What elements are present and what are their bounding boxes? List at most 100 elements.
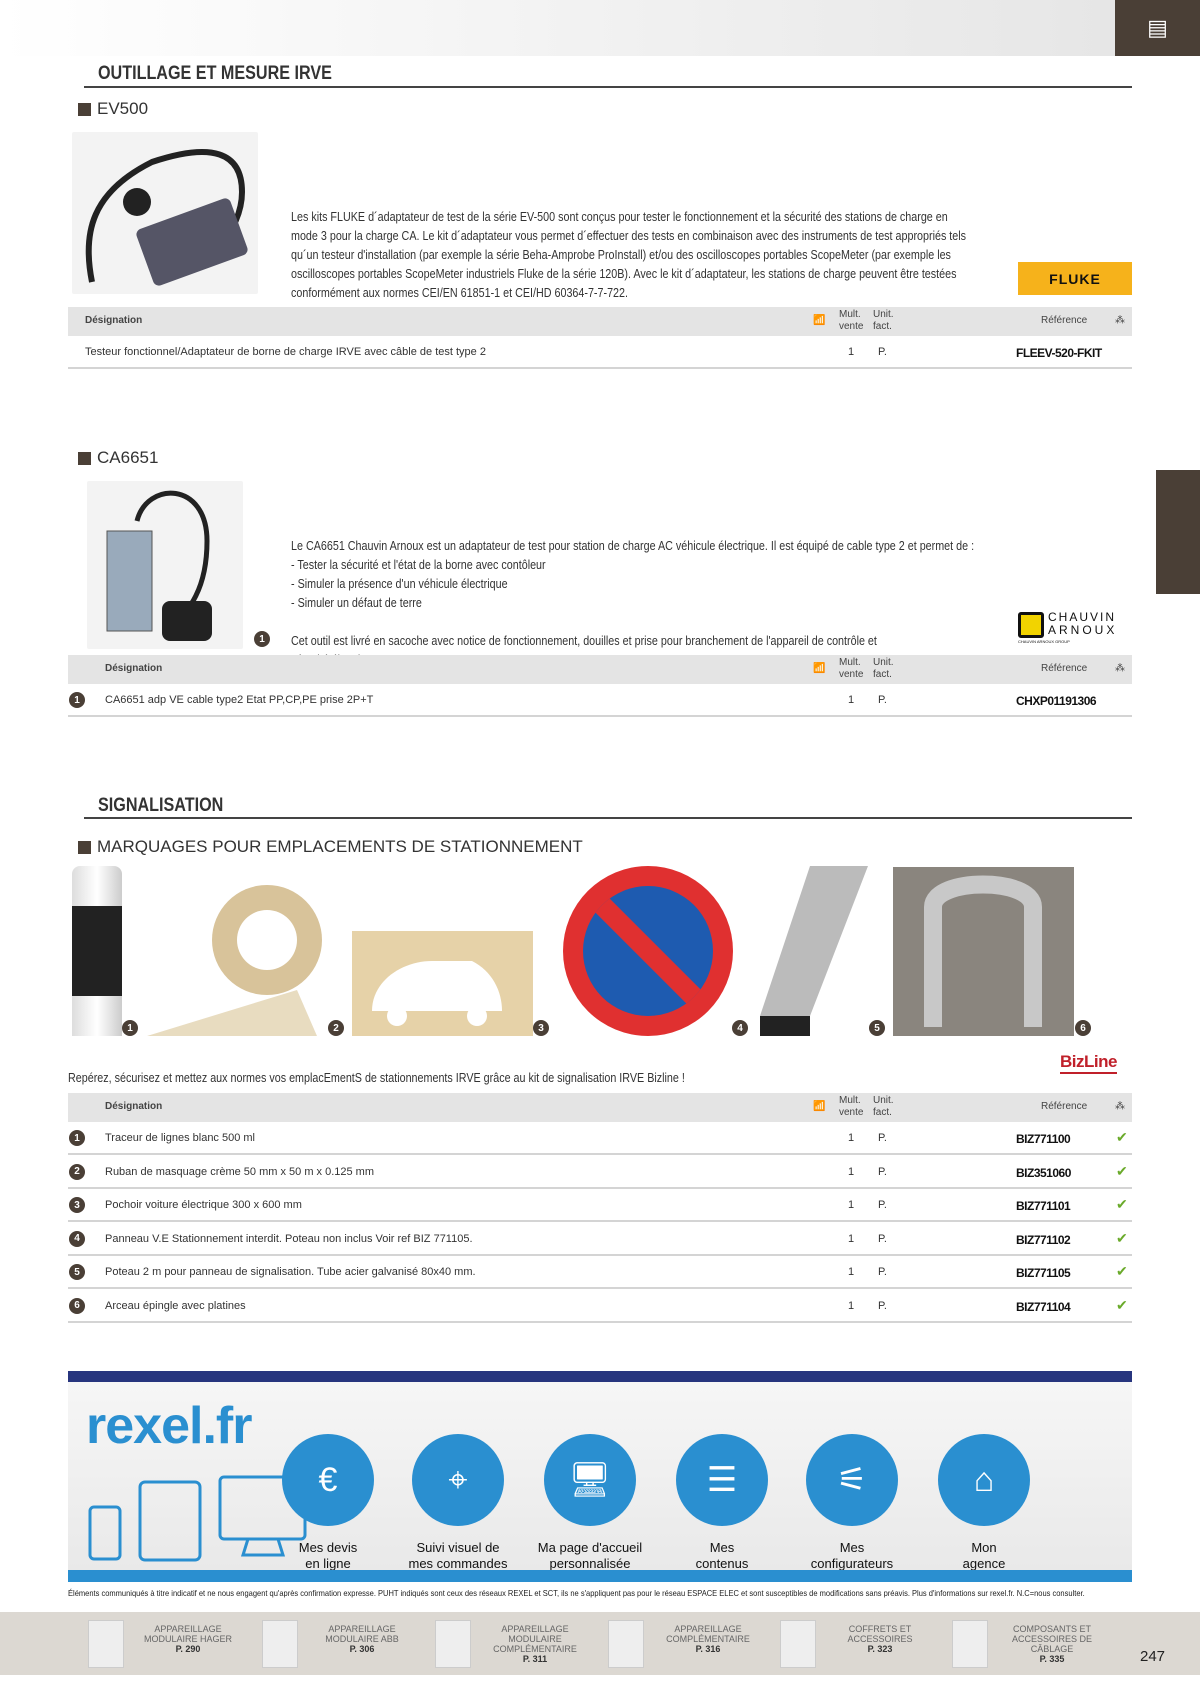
bizline-intro: Repérez, sécurisez et mettez aux normes … — [68, 1071, 685, 1085]
unit: P. — [878, 1266, 887, 1278]
check-icon: ✔ — [1116, 1296, 1128, 1313]
rexel-logo[interactable]: rexel.fr — [86, 1396, 252, 1456]
designation: Ruban de masquage crème 50 mm x 50 m x 0… — [105, 1165, 375, 1178]
side-tab[interactable] — [1156, 470, 1200, 594]
table-row[interactable]: 5 Poteau 2 m pour panneau de signalisati… — [68, 1256, 1132, 1289]
ev500-image — [72, 132, 258, 294]
service-homepage[interactable]: 🖥 Ma page d'accueil personnalisée — [530, 1434, 650, 1572]
stock-icon: ⁂ — [1115, 315, 1125, 326]
category-link[interactable]: APPAREILLAGE COMPLÉMENTAIRE P. 316 — [663, 1624, 753, 1654]
reference[interactable]: BIZ351060 — [1016, 1166, 1071, 1180]
hoop-image — [893, 867, 1074, 1036]
heading-text: EV500 — [97, 99, 149, 118]
table-row[interactable]: 1 Traceur de lignes blanc 500 ml 1 P. BI… — [68, 1122, 1132, 1155]
category-label: APPAREILLAGE MODULAIRE ABB — [325, 1624, 399, 1644]
category-page: P. 316 — [695, 1644, 721, 1654]
reference[interactable]: BIZ771105 — [1016, 1266, 1071, 1280]
check-icon: ✔ — [1116, 1129, 1128, 1145]
ca6651-image — [87, 481, 243, 649]
table-row[interactable]: 3 Pochoir voiture électrique 300 x 600 m… — [68, 1189, 1132, 1222]
agency-icon: ⌂ — [938, 1434, 1030, 1526]
fluke-logo: FLUKE — [1018, 262, 1132, 295]
category-page: P. 306 — [349, 1644, 375, 1654]
category-label: COMPOSANTS ET ACCESSOIRES DE CÂBLAGE — [1011, 1624, 1093, 1654]
wifi-icon: 📶 — [813, 315, 826, 326]
category-label: COFFRETS ET ACCESSOIRES — [847, 1624, 913, 1644]
table-row[interactable]: Testeur fonctionnel/Adaptateur de borne … — [68, 336, 1132, 369]
category-thumbnail — [608, 1620, 644, 1668]
no-parking-sign-image — [563, 866, 733, 1036]
top-band — [0, 0, 1115, 56]
table-row[interactable]: 2 Ruban de masquage crème 50 mm x 50 m x… — [68, 1156, 1132, 1189]
category-link[interactable]: APPAREILLAGE MODULAIRE ABB P. 306 — [317, 1624, 407, 1654]
stock-icon: ⁂ — [1115, 1101, 1125, 1112]
stock-icon: ⁂ — [1115, 663, 1125, 674]
category-page: P. 323 — [867, 1644, 893, 1654]
product-heading: EV500 — [78, 99, 148, 119]
designation: Poteau 2 m pour panneau de signalisation… — [105, 1266, 476, 1278]
unit: P. — [878, 1232, 887, 1245]
sliders-icon: ⚟ — [806, 1434, 898, 1526]
unit: P. — [878, 1165, 887, 1178]
rexel-banner: rexel.fr € Mes devis en ligne ⌖ Suivi visu… — [68, 1382, 1132, 1572]
wifi-icon: 📶 — [813, 1101, 826, 1112]
catalog-tab[interactable]: ▤ — [1115, 0, 1200, 56]
disclaimer: Éléments communiqués à titre indicatif e… — [68, 1588, 1085, 1598]
reference[interactable]: BIZ771101 — [1016, 1199, 1071, 1213]
category-label: APPAREILLAGE COMPLÉMENTAIRE — [666, 1624, 750, 1644]
designation: Pochoir voiture électrique 300 x 600 mm — [105, 1199, 302, 1211]
category-thumbnail — [780, 1620, 816, 1668]
mult: 1 — [848, 1299, 855, 1312]
category-link[interactable]: APPAREILLAGE MODULAIRE COMPLÉMENTAIRE P. … — [490, 1624, 580, 1664]
designation: Arceau épingle avec platines — [105, 1299, 246, 1312]
service-content[interactable]: ☰ Mes contenus — [662, 1434, 782, 1572]
service-label: Mes devis — [298, 1540, 358, 1555]
page-number: 247 — [1140, 1648, 1166, 1665]
service-label: Mes — [709, 1540, 735, 1555]
wifi-icon: 📶 — [813, 663, 826, 674]
unit: P. — [878, 1299, 887, 1312]
category-label: APPAREILLAGE MODULAIRE COMPLÉMENTAIRE — [493, 1624, 577, 1654]
section-title: OUTILLAGE ET MESURE IRVE — [98, 63, 332, 84]
reference[interactable]: BIZ771100 — [1016, 1132, 1071, 1146]
table-row[interactable]: 6 Arceau épingle avec platines 1 P. BIZ7… — [68, 1290, 1132, 1323]
post-image — [760, 866, 868, 1036]
unit: P. — [878, 1132, 887, 1144]
spray-image — [72, 866, 122, 1036]
service-sliders[interactable]: ⚟ Mes configurateurs — [792, 1434, 912, 1572]
category-link[interactable]: COFFRETS ET ACCESSOIRES P. 323 — [835, 1624, 925, 1654]
ev500-description: Les kits FLUKE d´adaptateur de test de l… — [291, 210, 967, 300]
content-icon: ☰ — [676, 1434, 768, 1526]
category-thumbnail — [88, 1620, 124, 1668]
row-number: 1 — [69, 1130, 85, 1146]
check-icon: ✔ — [1116, 1229, 1128, 1246]
row-number: 6 — [69, 1297, 85, 1314]
product-heading: CA6651 — [78, 448, 158, 468]
category-page: P. 311 — [522, 1654, 548, 1664]
sub-heading: MARQUAGES POUR EMPLACEMENTS DE STATIONNE… — [78, 837, 583, 857]
service-tracking[interactable]: ⌖ Suivi visuel de mes commandes — [398, 1434, 518, 1572]
image-number: 2 — [328, 1020, 344, 1036]
table-header: Désignation 📶 Mult. vente Unit. fact. Réfé… — [68, 307, 1132, 336]
tape-image — [147, 870, 327, 1036]
service-quote-euro[interactable]: € Mes devis en ligne — [268, 1434, 388, 1572]
reference[interactable]: BIZ771104 — [1016, 1300, 1071, 1314]
stencil-image — [352, 931, 533, 1036]
category-strip: APPAREILLAGE MODULAIRE HAGER P. 290 APPARE… — [0, 1612, 1200, 1675]
quote-euro-icon: € — [282, 1434, 374, 1526]
mult: 1 — [848, 1165, 855, 1178]
divider — [84, 86, 1132, 88]
bizline-logo: BizLine — [1060, 1052, 1117, 1074]
category-link[interactable]: APPAREILLAGE MODULAIRE HAGER P. 290 — [143, 1624, 233, 1654]
service-agency[interactable]: ⌂ Mon agence — [924, 1434, 1044, 1572]
reference[interactable]: BIZ771102 — [1016, 1233, 1071, 1247]
table-header: Désignation 📶 Mult. vente Unit. fact. Réfé… — [68, 655, 1132, 684]
category-link[interactable]: COMPOSANTS ET ACCESSOIRES DE CÂBLAGE P. 3… — [1007, 1624, 1097, 1664]
banner-top-bar — [68, 1371, 1132, 1382]
service-label: Suivi visuel de — [416, 1540, 500, 1555]
table-row[interactable]: 4 Panneau V.E Stationnement interdit. Po… — [68, 1223, 1132, 1256]
heading-text: MARQUAGES POUR EMPLACEMENTS DE STATIONNE… — [97, 837, 583, 856]
check-icon: ✔ — [1116, 1263, 1128, 1279]
table-row[interactable]: 1 CA6651 adp VE cable type2 Etat PP,CP,P… — [68, 684, 1132, 717]
designation: Traceur de lignes blanc 500 ml — [105, 1132, 256, 1144]
